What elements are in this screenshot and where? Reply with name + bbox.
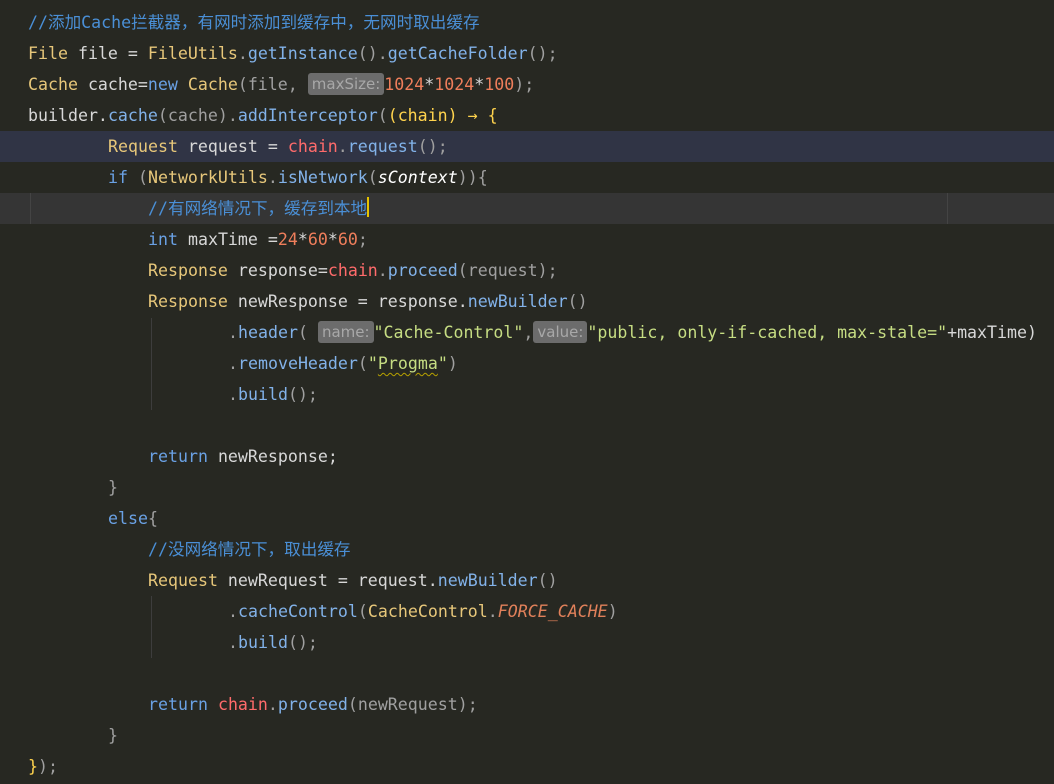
code-line-23[interactable]: return chain.proceed(newRequest);	[0, 689, 1054, 720]
code-line-2[interactable]: File file = FileUtils.getInstance().getC…	[0, 38, 1054, 69]
code-line-16[interactable]: }	[0, 472, 1054, 503]
code-line-17[interactable]: else{	[0, 503, 1054, 534]
text-caret	[367, 197, 370, 217]
comment: //添加Cache拦截器，有网时添加到缓存中，无网时取出缓存	[28, 13, 480, 32]
code-editor[interactable]: //添加Cache拦截器，有网时添加到缓存中，无网时取出缓存 File file…	[0, 0, 1054, 784]
code-line-4[interactable]: builder.cache(cache).addInterceptor((cha…	[0, 100, 1054, 131]
keyword: new	[147, 75, 178, 94]
code-line-1[interactable]: //添加Cache拦截器，有网时添加到缓存中，无网时取出缓存	[0, 7, 1054, 38]
parameter-hint: name:	[317, 321, 374, 343]
lambda-params: (chain)	[387, 106, 458, 125]
code-line-13[interactable]: .build();	[0, 379, 1054, 410]
code-line-5[interactable]: Request request = chain.request();	[0, 131, 1054, 162]
code-line-8[interactable]: int maxTime =24*60*60;	[0, 224, 1054, 255]
constant: FORCE_CACHE	[497, 602, 608, 621]
code-line-6[interactable]: if (NetworkUtils.isNetwork(sContext)){	[0, 162, 1054, 193]
arrow-icon: →	[457, 106, 488, 125]
type-name: File	[28, 44, 68, 63]
class-name: FileUtils	[147, 44, 238, 63]
code-line-7-current[interactable]: //有网络情况下，缓存到本地	[0, 193, 1054, 224]
code-line-3[interactable]: Cache cache=new Cache(file, maxSize: 1024…	[0, 69, 1054, 100]
typo-warning: Progma	[377, 354, 438, 373]
code-line-12[interactable]: .removeHeader("Progma")	[0, 348, 1054, 379]
parameter-hint: maxSize:	[307, 73, 385, 95]
method-name: getInstance	[247, 44, 358, 63]
code-line-10[interactable]: Response newResponse = response.newBuild…	[0, 286, 1054, 317]
code-line-19[interactable]: Request newRequest = request.newBuilder(…	[0, 565, 1054, 596]
code-line-9[interactable]: Response response=chain.proceed(request)…	[0, 255, 1054, 286]
code-line-15[interactable]: return newResponse;	[0, 441, 1054, 472]
code-line-25[interactable]: });	[0, 751, 1054, 782]
method-name: getCacheFolder	[387, 44, 528, 63]
parameter-hint: value:	[533, 321, 588, 343]
code-line-21[interactable]: .build();	[0, 627, 1054, 658]
code-line-20[interactable]: .cacheControl(CacheControl.FORCE_CACHE)	[0, 596, 1054, 627]
code-line-18[interactable]: //没网络情况下，取出缓存	[0, 534, 1054, 565]
code-line-11[interactable]: .header( name: "Cache-Control", value: "pub…	[0, 317, 1054, 348]
code-line-24[interactable]: }	[0, 720, 1054, 751]
